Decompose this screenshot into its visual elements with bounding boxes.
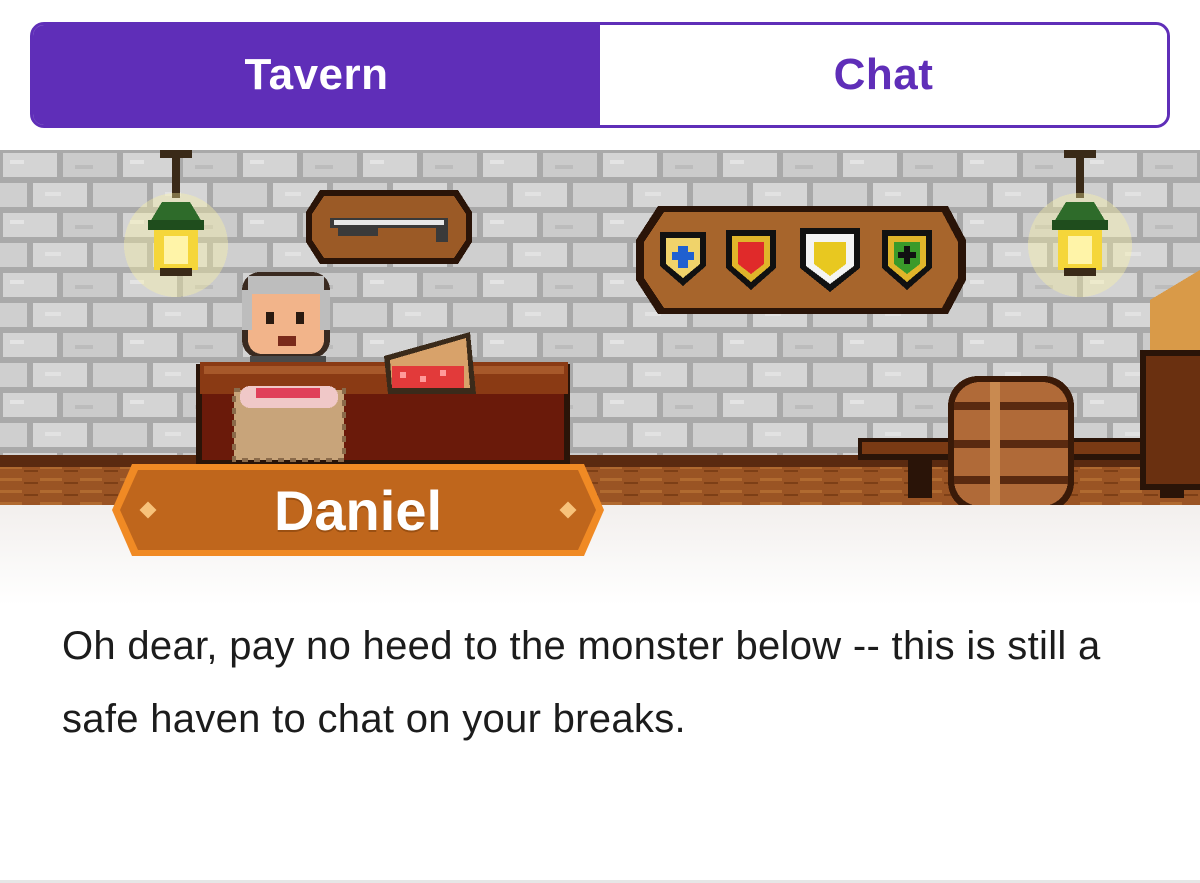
tab-switcher: Tavern Chat bbox=[30, 22, 1170, 128]
npc-dialog-text: Oh dear, pay no heed to the monster belo… bbox=[62, 624, 1101, 741]
tab-chat[interactable]: Chat bbox=[600, 25, 1167, 125]
tab-tavern[interactable]: Tavern bbox=[33, 25, 600, 125]
barrel bbox=[948, 376, 1074, 512]
tavern-scene bbox=[0, 150, 1200, 512]
basket bbox=[232, 386, 346, 462]
sword-plaque bbox=[306, 190, 472, 264]
shields-plaque bbox=[636, 206, 966, 314]
npc-name: Daniel bbox=[273, 478, 443, 542]
npc-nameplate: Daniel bbox=[110, 462, 606, 558]
